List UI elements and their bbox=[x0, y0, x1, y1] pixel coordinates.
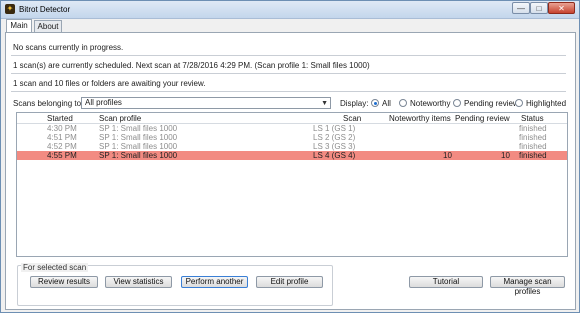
radio-label: All bbox=[382, 98, 391, 108]
scheduled-status-text: 1 scan(s) are currently scheduled. Next … bbox=[13, 61, 370, 70]
title-bar[interactable]: ✦ Bitrot Detector — □ ✕ bbox=[1, 1, 579, 19]
table-row[interactable]: 4:51 PM SP 1: Small files 1000 LS 2 (GS … bbox=[17, 133, 567, 142]
column-header-scan-profile[interactable]: Scan profile bbox=[99, 114, 141, 123]
cell-started: 4:51 PM bbox=[47, 133, 77, 142]
cell-noteworthy: 10 bbox=[443, 151, 452, 160]
app-logo-icon: ✦ bbox=[5, 4, 15, 14]
column-header-started[interactable]: Started bbox=[47, 114, 73, 123]
column-header-status[interactable]: Status bbox=[521, 114, 544, 123]
radio-label: Noteworthy bbox=[410, 98, 451, 108]
cell-status: finished bbox=[519, 142, 547, 151]
cell-scan: LS 3 (GS 3) bbox=[313, 142, 356, 151]
cell-status: finished bbox=[519, 133, 547, 142]
radio-indicator bbox=[399, 99, 407, 107]
app-window: ✦ Bitrot Detector — □ ✕ Main About No sc… bbox=[0, 0, 580, 313]
cell-scan-profile: SP 1: Small files 1000 bbox=[99, 142, 178, 151]
manage-scan-profiles-button[interactable]: Manage scan profiles bbox=[490, 276, 565, 296]
divider bbox=[11, 91, 566, 92]
cell-scan: LS 2 (GS 2) bbox=[313, 133, 356, 142]
tab-about[interactable]: About bbox=[34, 20, 62, 32]
cell-scan-profile: SP 1: Small files 1000 bbox=[99, 133, 178, 142]
profile-filter-label: Scans belonging to: bbox=[13, 99, 84, 108]
progress-status-text: No scans currently in progress. bbox=[13, 43, 124, 52]
cell-status: finished bbox=[519, 151, 547, 160]
radio-noteworthy[interactable]: Noteworthy bbox=[399, 98, 450, 108]
scans-table[interactable]: Started Scan profile Scan Noteworthy ite… bbox=[16, 112, 568, 257]
chevron-down-icon: ▼ bbox=[321, 100, 328, 107]
maximize-button[interactable]: □ bbox=[530, 2, 548, 14]
divider bbox=[11, 73, 566, 74]
divider bbox=[11, 55, 566, 56]
window-title: Bitrot Detector bbox=[19, 5, 71, 14]
profile-filter-select[interactable]: All profiles ▼ bbox=[81, 97, 331, 109]
close-button[interactable]: ✕ bbox=[548, 2, 575, 14]
cell-scan: LS 1 (GS 1) bbox=[313, 124, 356, 133]
radio-all[interactable]: All bbox=[371, 98, 391, 108]
radio-label: Highlighted bbox=[526, 98, 567, 108]
cell-scan-profile: SP 1: Small files 1000 bbox=[99, 124, 178, 133]
display-label: Display: bbox=[340, 99, 369, 108]
profile-filter-value: All profiles bbox=[85, 98, 122, 107]
radio-indicator bbox=[515, 99, 523, 107]
radio-highlighted[interactable]: Highlighted bbox=[515, 98, 566, 108]
column-header-noteworthy-items[interactable]: Noteworthy items bbox=[389, 114, 451, 123]
cell-started: 4:52 PM bbox=[47, 142, 77, 151]
radio-indicator bbox=[371, 99, 379, 107]
table-header: Started Scan profile Scan Noteworthy ite… bbox=[17, 113, 567, 124]
selected-scan-group-title: For selected scan bbox=[21, 263, 89, 272]
column-header-pending-review[interactable]: Pending review bbox=[455, 114, 510, 123]
edit-profile-button[interactable]: Edit profile bbox=[256, 276, 323, 288]
cell-started: 4:55 PM bbox=[47, 151, 77, 160]
cell-started: 4:30 PM bbox=[47, 124, 77, 133]
table-row[interactable]: 4:30 PM SP 1: Small files 1000 LS 1 (GS … bbox=[17, 124, 567, 133]
column-header-scan[interactable]: Scan bbox=[343, 114, 361, 123]
tab-main[interactable]: Main bbox=[6, 19, 32, 32]
perform-another-button[interactable]: Perform another bbox=[181, 276, 248, 288]
cell-status: finished bbox=[519, 124, 547, 133]
view-statistics-button[interactable]: View statistics bbox=[105, 276, 172, 288]
cell-scan-profile: SP 1: Small files 1000 bbox=[99, 151, 178, 160]
table-row[interactable]: 4:52 PM SP 1: Small files 1000 LS 3 (GS … bbox=[17, 142, 567, 151]
tutorial-button[interactable]: Tutorial bbox=[409, 276, 483, 288]
table-row-selected[interactable]: 4:55 PM SP 1: Small files 1000 LS 4 (GS … bbox=[17, 151, 567, 160]
review-status-text: 1 scan and 10 files or folders are await… bbox=[13, 79, 206, 88]
radio-indicator bbox=[453, 99, 461, 107]
radio-pending-review[interactable]: Pending review bbox=[453, 98, 519, 108]
cell-pending: 10 bbox=[501, 151, 510, 160]
radio-label: Pending review bbox=[464, 98, 519, 108]
cell-scan: LS 4 (GS 4) bbox=[313, 151, 356, 160]
minimize-button[interactable]: — bbox=[512, 2, 530, 14]
review-results-button[interactable]: Review results bbox=[30, 276, 98, 288]
